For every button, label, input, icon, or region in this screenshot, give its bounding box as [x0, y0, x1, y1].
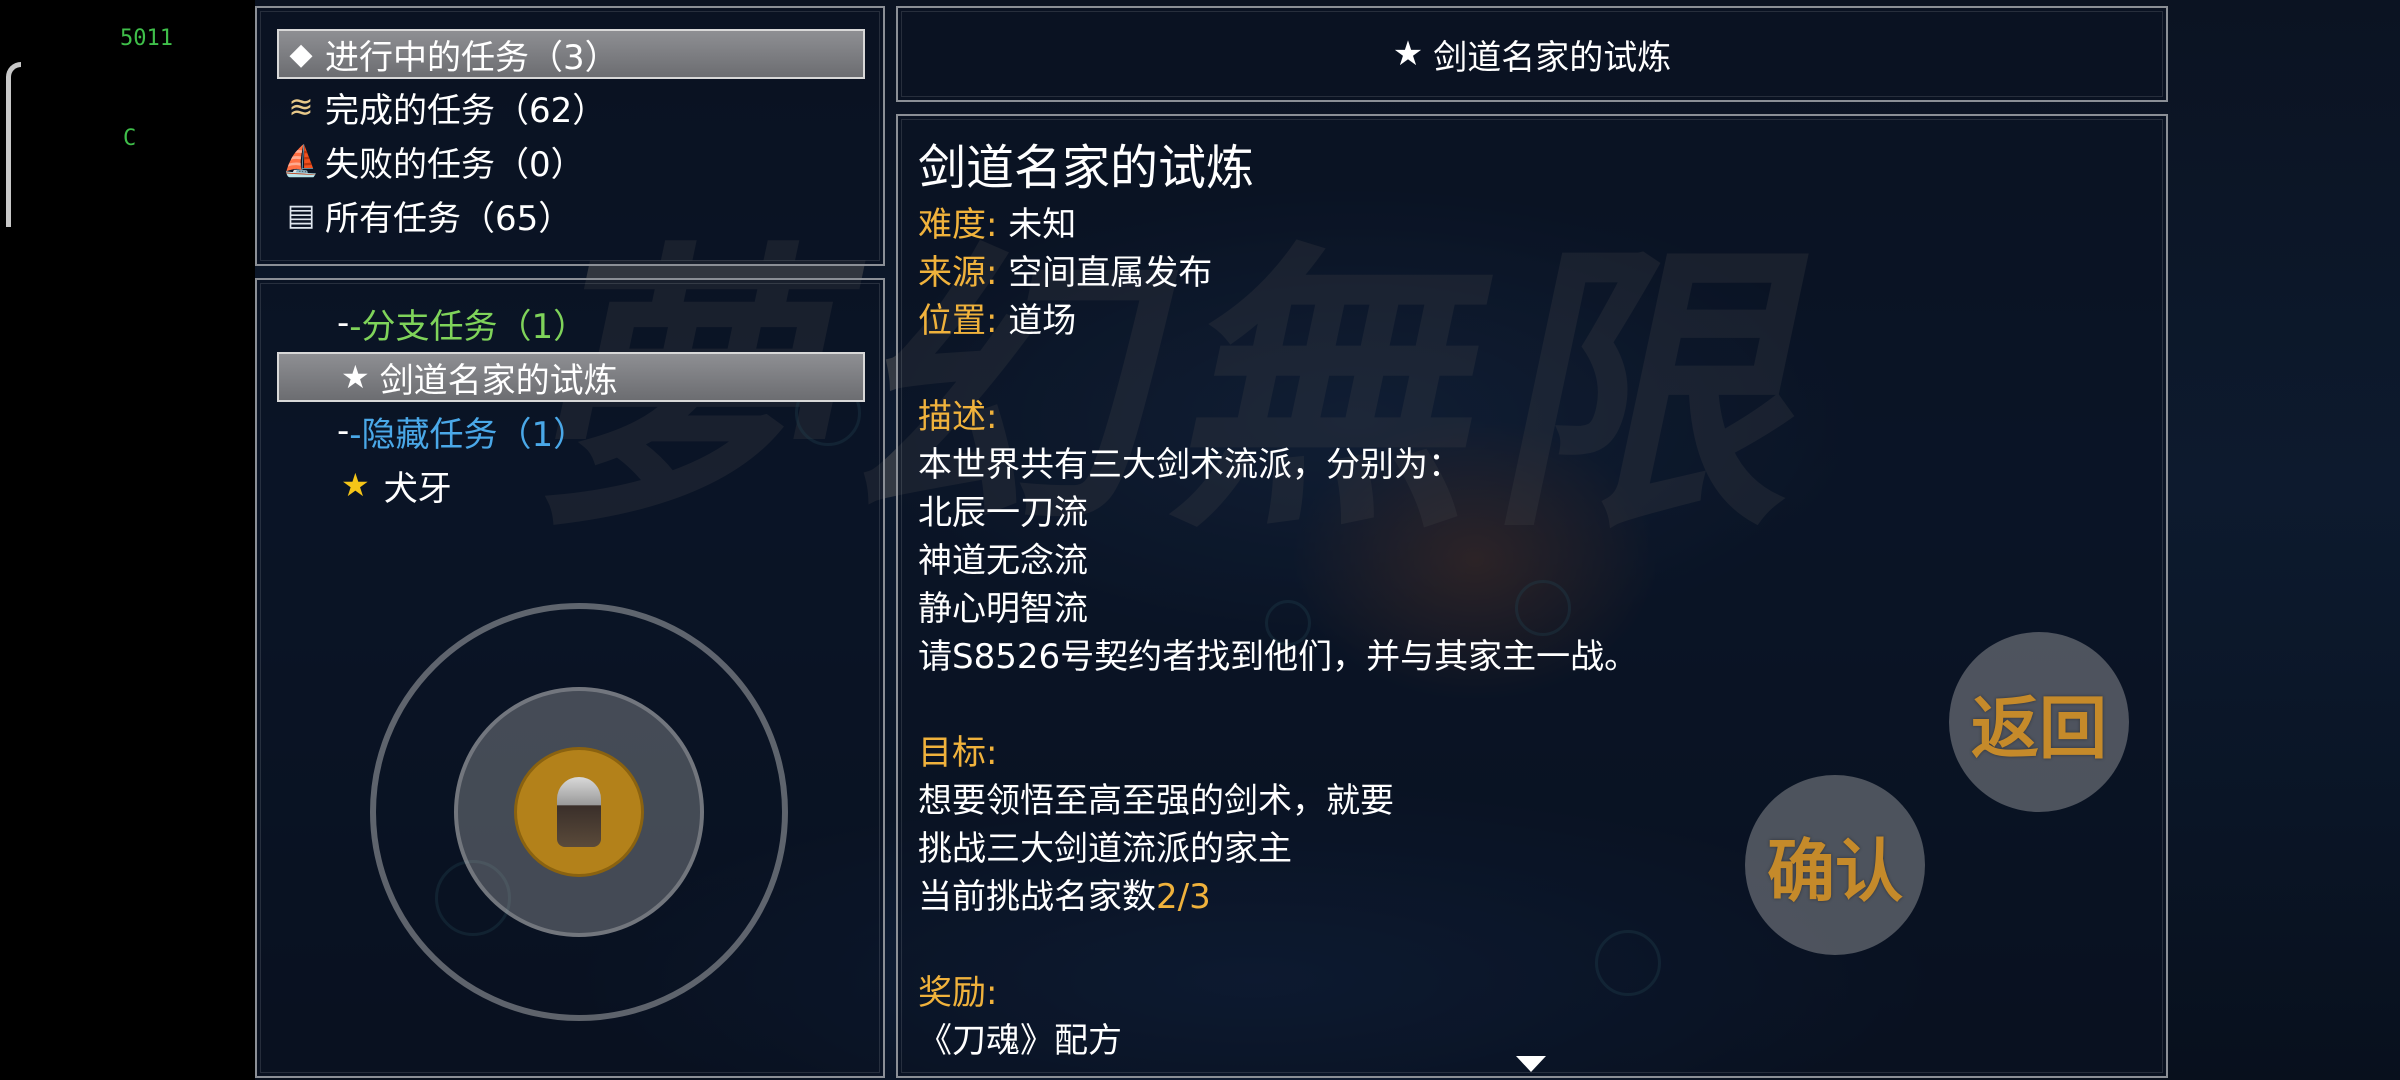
description-line: 请S8526号契约者找到他们，并与其家主一战。 [918, 637, 1639, 677]
quest-category-window: ◆ 进行中的任务（3） ≋ 完成的任务（62） ⛵ 失败的任务（0） ▤ 所有任… [255, 6, 885, 266]
character-avatar [557, 777, 601, 847]
location-label: 位置: [918, 301, 998, 341]
quest-item-label: 犬牙 [383, 468, 452, 509]
goal-progress-row: 当前挑战名家数2/3 [918, 873, 1211, 921]
category-in-progress[interactable]: ◆ 进行中的任务（3） [277, 29, 865, 79]
screen-edge-indicator [6, 62, 21, 227]
description-label: 描述: [918, 397, 998, 437]
category-label: 失败的任务（0） [325, 144, 585, 185]
goal-line: 挑战三大剑道流派的家主 [918, 829, 1292, 869]
description-line: 北辰一刀流 [918, 493, 1088, 533]
goal-line: 想要领悟至高至强的剑术，就要 [918, 781, 1394, 821]
back-button[interactable]: 返回 [1949, 632, 2129, 812]
branch-quest-header[interactable]: - -分支任务（1） [337, 298, 587, 348]
goal-progress-value: 2/3 [1156, 877, 1211, 917]
source-value: 空间直属发布 [1008, 253, 1213, 293]
difficulty-value: 未知 [1008, 205, 1077, 245]
scroll-down-arrow-icon[interactable] [1516, 1056, 1546, 1072]
goal-label: 目标: [918, 733, 998, 773]
quest-title: 剑道名家的试炼 [918, 140, 1255, 196]
confirm-button[interactable]: 确认 [1745, 775, 1925, 955]
hidden-header-label: -隐藏任务（1） [349, 414, 588, 455]
goal-progress-text: 当前挑战名家数 [918, 877, 1156, 917]
quest-item-label: 剑道名家的试炼 [379, 360, 618, 401]
category-all[interactable]: ▤ 所有任务（65） [279, 190, 859, 240]
location-value: 道场 [1008, 301, 1077, 341]
description-line: 神道无念流 [918, 541, 1088, 581]
difficulty-label: 难度: [918, 205, 998, 245]
flag-icon: ⛵ [282, 143, 320, 179]
joystick-knob[interactable] [514, 747, 644, 877]
star-icon: ★ [341, 358, 370, 396]
quest-item-fang[interactable]: ★ 犬牙 [341, 460, 452, 510]
difficulty-row: 难度: 未知 [918, 201, 1076, 249]
system-counter: 5011 [120, 26, 173, 51]
header-title: 剑道名家的试炼 [1433, 37, 1672, 78]
quest-item-sword-trial[interactable]: ★ 剑道名家的试炼 [277, 352, 865, 402]
source-label: 来源: [918, 253, 998, 293]
reward-label: 奖励: [918, 973, 998, 1013]
source-row: 来源: 空间直属发布 [918, 249, 1212, 297]
system-letter: C [123, 126, 137, 151]
star-icon: ★ [1392, 34, 1424, 74]
hidden-quest-header[interactable]: - -隐藏任务（1） [337, 406, 587, 456]
scroll-icon: ≋ [288, 89, 314, 125]
reward-value: 《刀魂》配方 [918, 1021, 1122, 1061]
gold-star-icon: ★ [341, 466, 370, 504]
category-label: 所有任务（65） [325, 198, 573, 239]
category-completed[interactable]: ≋ 完成的任务（62） [279, 82, 859, 132]
branch-header-label: -分支任务（1） [349, 306, 588, 347]
description-line: 静心明智流 [918, 589, 1088, 629]
category-failed[interactable]: ⛵ 失败的任务（0） [279, 136, 859, 186]
book-icon: ▤ [286, 197, 316, 233]
card-icon: ◆ [289, 36, 313, 72]
location-row: 位置: 道场 [918, 297, 1076, 345]
category-label: 完成的任务（62） [325, 90, 607, 131]
category-label: 进行中的任务（3） [325, 37, 619, 78]
quest-title-bar: ★ 剑道名家的试炼 [896, 6, 2168, 102]
description-line: 本世界共有三大剑术流派，分别为： [918, 445, 1462, 485]
